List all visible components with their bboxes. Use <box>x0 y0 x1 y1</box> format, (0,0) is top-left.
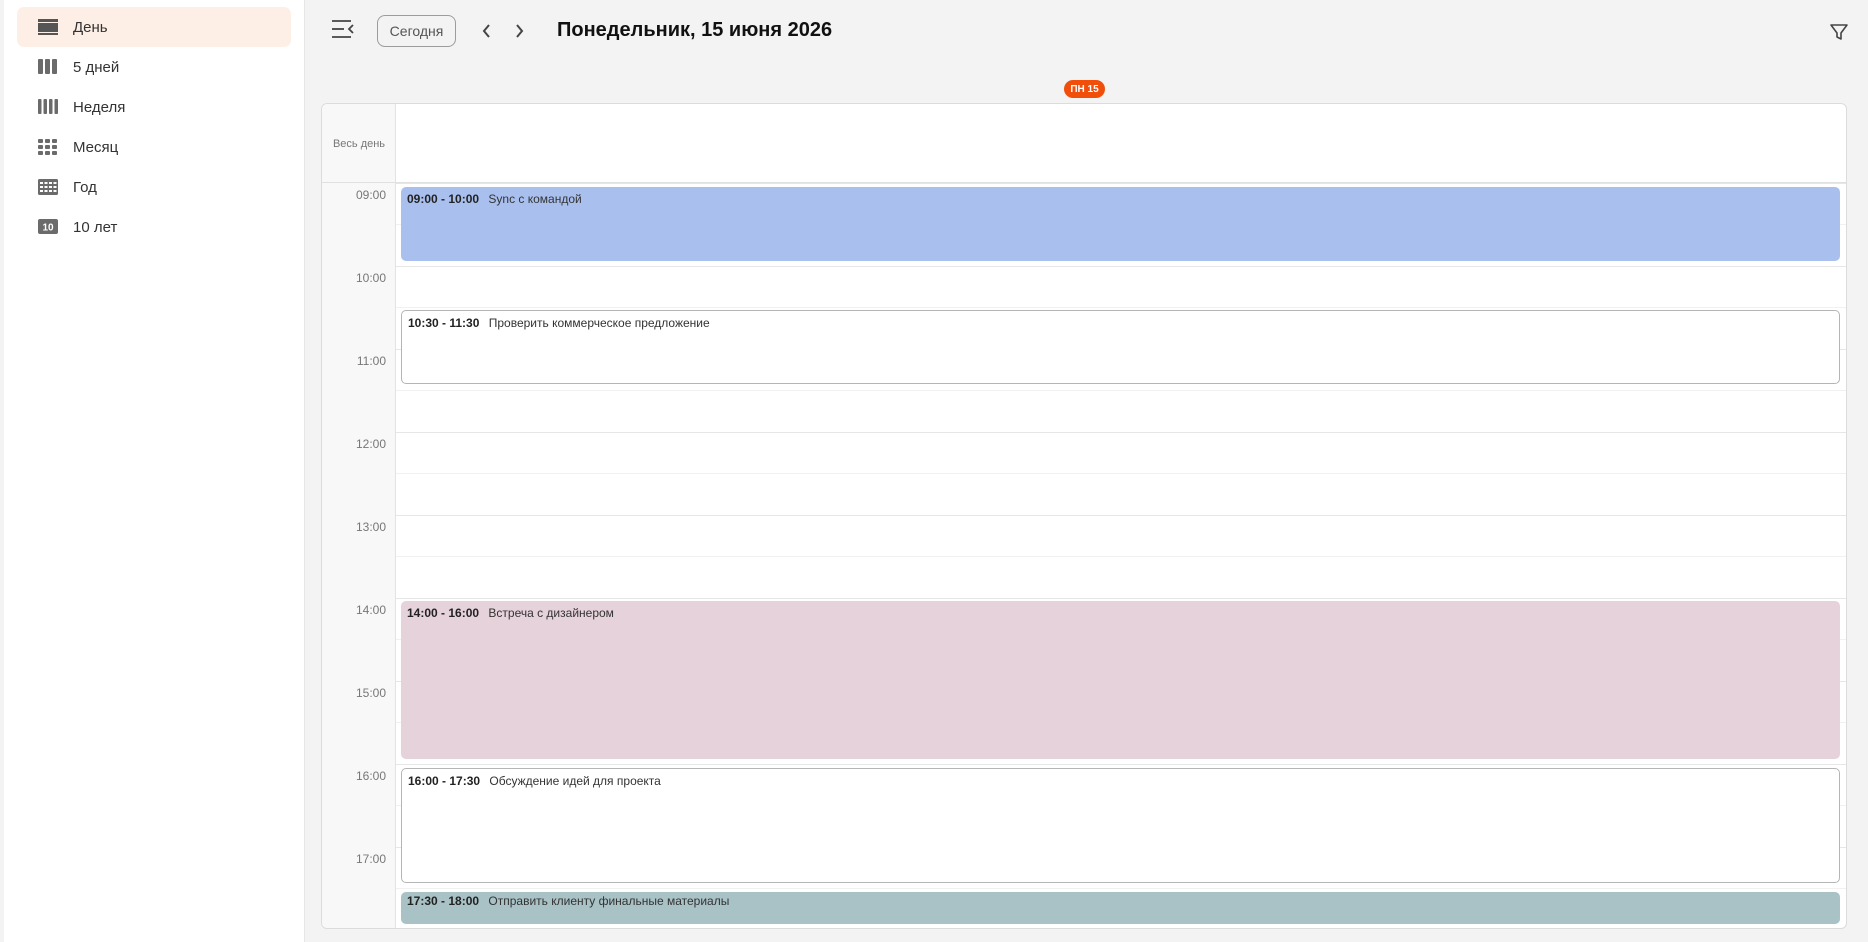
event-title: Обсуждение идей для проекта <box>489 774 661 788</box>
event-time: 17:30 - 18:00 <box>407 894 480 908</box>
calendar-event[interactable]: 10:30 - 11:30 Проверить коммерческое пре… <box>401 310 1840 384</box>
today-button[interactable]: Сегодня <box>377 15 456 47</box>
decade-view-icon: 10 <box>38 219 58 234</box>
event-time: 16:00 - 17:30 <box>408 774 481 788</box>
half-hour-gridline <box>396 556 1846 557</box>
hour-gridline <box>396 598 1846 599</box>
hour-label: 13:00 <box>355 520 386 534</box>
filter-icon[interactable] <box>1828 21 1850 43</box>
hour-label: 16:00 <box>355 769 386 783</box>
day-view-icon <box>38 19 58 35</box>
five-days-view-icon <box>38 59 57 74</box>
sidebar-item-label: Месяц <box>73 139 119 156</box>
calendar-event[interactable]: 16:00 - 17:30 Обсуждение идей для проект… <box>401 768 1840 883</box>
half-hour-gridline <box>396 473 1846 474</box>
hour-label: 10:00 <box>355 271 386 285</box>
hour-label: 14:00 <box>355 603 386 617</box>
calendar-event[interactable]: 14:00 - 16:00 Встреча с дизайнером <box>401 601 1840 759</box>
date-title: Понедельник, 15 июня 2026 <box>557 19 833 41</box>
event-title: Отправить клиенту финальные материалы <box>488 894 730 908</box>
event-title: Проверить коммерческое предложение <box>488 316 710 330</box>
prev-day-button[interactable] <box>477 20 497 42</box>
hour-gridline <box>396 266 1846 267</box>
month-view-icon <box>38 139 57 155</box>
hour-label: 09:00 <box>355 188 386 202</box>
next-day-button[interactable] <box>509 20 529 42</box>
calendar-event[interactable]: 09:00 - 10:00 Sync с командой <box>401 187 1840 261</box>
all-day-row[interactable] <box>322 104 1846 183</box>
hour-gridline <box>396 515 1846 516</box>
sidebar-item-label: День <box>73 19 108 36</box>
sidebar-item-10-years[interactable]: 10 10 лет <box>17 207 291 247</box>
sidebar-item-label: 10 лет <box>73 219 118 236</box>
time-column <box>322 104 396 928</box>
hour-label: 15:00 <box>355 686 386 700</box>
event-title: Встреча с дизайнером <box>488 606 614 620</box>
sidebar-item-5-days[interactable]: 5 дней <box>17 47 291 87</box>
week-view-icon <box>38 99 58 114</box>
all-day-label: Весь день <box>332 138 386 150</box>
sidebar-item-label: Неделя <box>73 99 126 116</box>
hour-label: 12:00 <box>355 437 386 451</box>
event-time: 10:30 - 11:30 <box>408 316 480 330</box>
half-hour-gridline <box>396 390 1846 391</box>
chevron-right-icon <box>516 24 524 38</box>
year-view-icon <box>38 179 58 195</box>
sidebar-item-label: Год <box>73 179 97 196</box>
current-day-badge[interactable]: ПН 15 <box>1064 80 1105 98</box>
view-sidebar: День 5 дней Неделя Месяц Год 10 10 лет <box>4 0 305 942</box>
hour-label: 11:00 <box>356 354 386 368</box>
sidebar-item-week[interactable]: Неделя <box>17 87 291 127</box>
hour-gridline <box>396 764 1846 765</box>
hour-label: 17:00 <box>355 852 386 866</box>
sidebar-item-day[interactable]: День <box>17 7 291 47</box>
event-title: Sync с командой <box>488 192 582 206</box>
decade-icon-badge: 10 <box>42 223 54 234</box>
day-calendar-grid: Весь день 09:00 10:00 11:00 12:00 13:00 … <box>321 103 1847 929</box>
event-time: 14:00 - 16:00 <box>407 606 480 620</box>
half-hour-gridline <box>396 307 1846 308</box>
chevron-left-icon <box>482 24 490 38</box>
hour-gridline <box>396 432 1846 433</box>
sidebar-item-month[interactable]: Месяц <box>17 127 291 167</box>
sidebar-item-year[interactable]: Год <box>17 167 291 207</box>
event-time: 09:00 - 10:00 <box>407 192 480 206</box>
sidebar-item-label: 5 дней <box>73 59 120 76</box>
collapse-menu-icon[interactable] <box>331 19 355 39</box>
hour-gridline <box>396 183 1846 184</box>
half-hour-gridline <box>396 888 1846 889</box>
calendar-event[interactable]: 17:30 - 18:00 Отправить клиенту финальны… <box>401 892 1840 924</box>
